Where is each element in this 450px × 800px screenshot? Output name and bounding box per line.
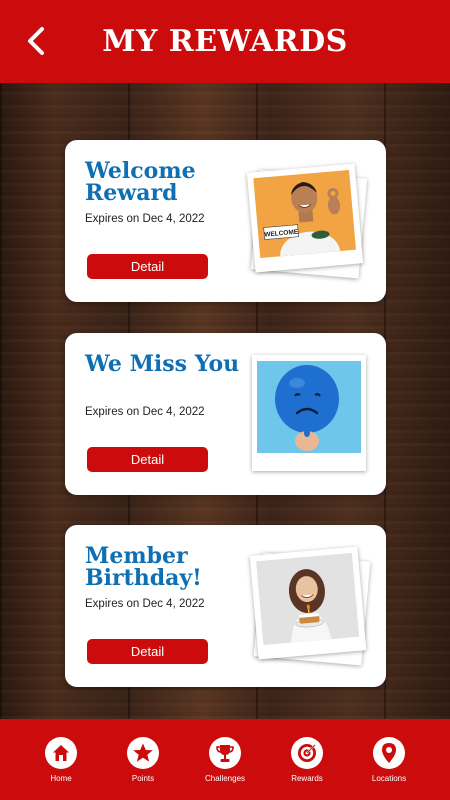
- trophy-icon: [209, 737, 241, 769]
- star-icon: [127, 737, 159, 769]
- nav-item-rewards[interactable]: Rewards: [272, 737, 342, 783]
- reward-card-birthday: Member Birthday! Expires on Dec 4, 2022 …: [65, 525, 386, 687]
- reward-photo: [249, 546, 367, 660]
- nav-label: Challenges: [204, 774, 246, 783]
- detail-button[interactable]: Detail: [87, 254, 208, 279]
- reward-title: Member Birthday!: [85, 543, 202, 591]
- reward-title: Welcome Reward: [85, 158, 196, 206]
- nav-item-home[interactable]: Home: [26, 737, 96, 783]
- bottom-nav: Home Points Challenges Rewards Locations: [0, 719, 450, 800]
- page-title: MY REWARDS: [102, 24, 348, 59]
- nav-item-challenges[interactable]: Challenges: [190, 737, 260, 783]
- nav-label: Rewards: [291, 774, 323, 783]
- chevron-left-icon: [28, 27, 44, 55]
- reward-card-welcome: Welcome Reward Expires on Dec 4, 2022 De…: [65, 140, 386, 302]
- detail-button[interactable]: Detail: [87, 447, 208, 472]
- nav-item-locations[interactable]: Locations: [354, 737, 424, 783]
- birthday-woman-image: [256, 552, 360, 646]
- reward-title: We Miss You: [85, 351, 240, 377]
- target-icon: [291, 737, 323, 769]
- back-button[interactable]: [22, 24, 52, 58]
- welcome-man-image: WELCOME: [253, 169, 356, 259]
- detail-button[interactable]: Detail: [87, 639, 208, 664]
- reward-expiry: Expires on Dec 4, 2022: [85, 213, 205, 225]
- sad-balloon-image: [257, 361, 361, 453]
- reward-photo: [252, 355, 366, 471]
- location-pin-icon: [373, 737, 405, 769]
- home-icon: [45, 737, 77, 769]
- reward-photo: WELCOME: [246, 163, 364, 273]
- app-header: MY REWARDS: [0, 0, 450, 83]
- nav-label: Points: [131, 774, 155, 783]
- reward-expiry: Expires on Dec 4, 2022: [85, 406, 205, 418]
- nav-label: Locations: [371, 774, 407, 783]
- nav-label: Home: [50, 774, 72, 783]
- nav-item-points[interactable]: Points: [108, 737, 178, 783]
- reward-card-miss-you: We Miss You Expires on Dec 4, 2022 Detai…: [65, 333, 386, 495]
- reward-expiry: Expires on Dec 4, 2022: [85, 598, 205, 610]
